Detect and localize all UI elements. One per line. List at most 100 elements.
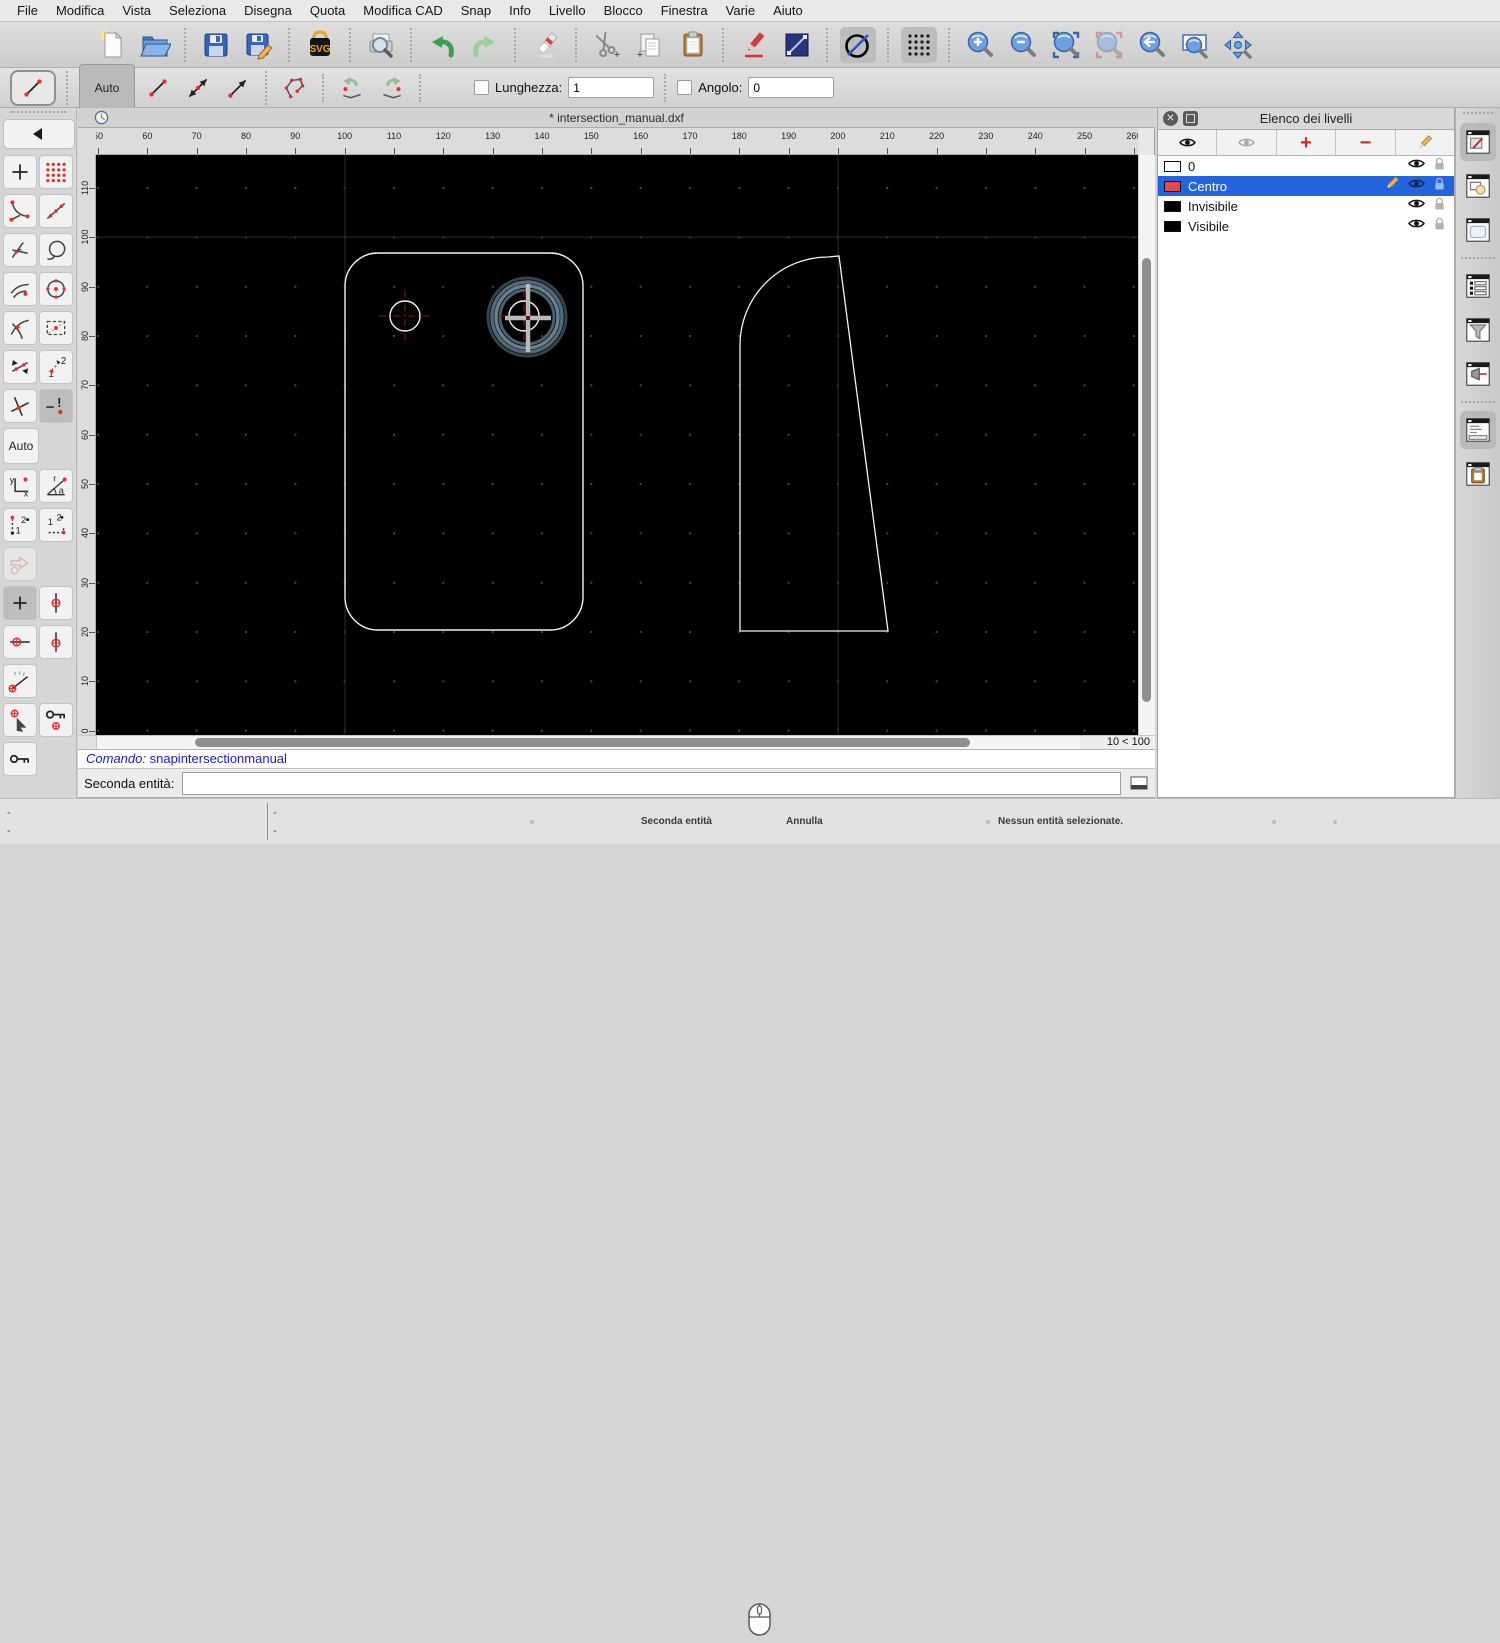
cut-button[interactable]: +	[589, 27, 625, 63]
horizontal-scrollbar[interactable]: 10 < 100	[78, 735, 1155, 750]
vertical-scrollbar[interactable]	[1138, 155, 1155, 735]
restrict-none-button[interactable]	[3, 586, 37, 620]
angle-input[interactable]	[748, 77, 835, 98]
dock-drag-handle[interactable]	[1463, 112, 1493, 117]
lock-reference-button[interactable]	[39, 703, 73, 737]
delete-eraser-button[interactable]	[528, 27, 564, 63]
dock-filter-toggle-button[interactable]	[1460, 311, 1496, 349]
rel-angle-1-button[interactable]: 12	[3, 508, 37, 542]
grid-toggle-button[interactable]	[901, 26, 937, 63]
line-two-arrows-button[interactable]	[181, 72, 215, 104]
open-file-button[interactable]	[137, 27, 173, 63]
pen-attributes-button[interactable]	[736, 27, 772, 63]
zoom-in-button[interactable]	[962, 27, 998, 63]
menu-modifica-cad[interactable]: Modifica CAD	[354, 0, 451, 21]
svg-export-button[interactable]: SVG	[302, 27, 338, 63]
menu-info[interactable]: Info	[500, 0, 540, 21]
menu-livello[interactable]: Livello	[540, 0, 595, 21]
dock-command-toggle-button[interactable]	[1460, 411, 1496, 449]
length-checkbox[interactable]	[474, 80, 489, 95]
polyline-button[interactable]	[278, 72, 312, 104]
dock-clipboard-toggle-button[interactable]	[1460, 455, 1496, 493]
snap-intersection-manual-button[interactable]: !	[39, 389, 73, 423]
menu-disegna[interactable]: Disegna	[235, 0, 301, 21]
dock-entity-list-toggle-button[interactable]	[1460, 267, 1496, 305]
rel-angle-2-button[interactable]: 12	[39, 508, 73, 542]
snap-auto-button[interactable]: Auto	[3, 428, 39, 464]
restrict-orthogonal-button[interactable]	[39, 586, 73, 620]
zoom-window-button[interactable]	[1177, 27, 1213, 63]
zoom-pan-button[interactable]	[1220, 27, 1256, 63]
horizontal-scrollbar-thumb[interactable]	[195, 738, 970, 747]
dock-layers-toggle-button[interactable]	[1460, 123, 1496, 161]
remove-layer-button[interactable]: −	[1336, 130, 1396, 155]
modify-attributes-button[interactable]	[779, 27, 815, 63]
layer-visibility-icon[interactable]	[1407, 196, 1426, 216]
dock-dimension-toggle-button[interactable]	[1460, 355, 1496, 393]
print-preview-button[interactable]	[363, 27, 399, 63]
line-segment-button[interactable]	[10, 69, 56, 106]
drawing-canvas[interactable]	[96, 155, 1138, 735]
dock-blocks-toggle-button[interactable]	[1460, 167, 1496, 205]
menu-aiuto[interactable]: Aiuto	[764, 0, 812, 21]
angle-gauge-button[interactable]	[3, 664, 37, 698]
menu-file[interactable]: File	[8, 0, 47, 21]
paste-button[interactable]	[675, 27, 711, 63]
profile-entity[interactable]	[739, 255, 889, 632]
menu-snap[interactable]: Snap	[452, 0, 500, 21]
undo-button[interactable]	[424, 27, 460, 63]
hide-all-layers-button[interactable]	[1217, 130, 1277, 155]
layer-visibility-icon[interactable]	[1407, 216, 1426, 236]
zoom-previous-button[interactable]	[1134, 27, 1170, 63]
snap-tangent-button[interactable]	[39, 233, 73, 267]
snap-perpendicular-button[interactable]	[3, 233, 37, 267]
line-arrow-button[interactable]	[221, 72, 255, 104]
redo-button[interactable]	[467, 27, 503, 63]
back-button[interactable]	[3, 119, 75, 149]
toolbar-drag-handle[interactable]	[10, 111, 66, 116]
snap-intersection-button[interactable]	[3, 389, 37, 423]
new-file-button[interactable]	[94, 27, 130, 63]
snap-endpoints-button[interactable]	[3, 194, 37, 228]
snap-intersection-arc-button[interactable]	[3, 311, 37, 345]
auto-button[interactable]: Auto	[79, 63, 135, 112]
snap-center-button[interactable]	[39, 272, 73, 306]
line-plain-button[interactable]	[141, 72, 175, 104]
circle-line-button[interactable]	[840, 26, 876, 63]
polyline-undo-button[interactable]	[335, 72, 369, 104]
menu-modifica[interactable]: Modifica	[47, 0, 113, 21]
snap-reference-button[interactable]	[39, 311, 73, 345]
layer-lock-icon[interactable]	[1433, 196, 1446, 216]
layer-visibility-icon[interactable]	[1407, 156, 1426, 176]
angle-checkbox[interactable]	[677, 80, 693, 95]
command-options-icon[interactable]	[1129, 775, 1149, 791]
snap-grid-button[interactable]	[39, 155, 73, 189]
layer-row-visibile[interactable]: Visibile	[1158, 216, 1454, 236]
edit-layer-button[interactable]	[1396, 130, 1454, 155]
vertical-scrollbar-thumb[interactable]	[1142, 258, 1151, 702]
layer-visibility-icon[interactable]	[1407, 176, 1426, 196]
pick-reference-button[interactable]	[3, 703, 37, 737]
snap-distance-button[interactable]	[3, 272, 37, 306]
layer-row-centro[interactable]: Centro	[1158, 176, 1454, 196]
zoom-auto-button[interactable]	[1048, 27, 1084, 63]
save-as-button[interactable]	[241, 27, 277, 63]
dock-library-toggle-button[interactable]	[1460, 211, 1496, 249]
layer-lock-icon[interactable]	[1433, 156, 1446, 176]
add-layer-button[interactable]: +	[1277, 130, 1337, 155]
rounded-rectangle-entity[interactable]	[344, 252, 584, 631]
layer-row-invisibile[interactable]: Invisibile	[1158, 196, 1454, 216]
menu-blocco[interactable]: Blocco	[595, 0, 652, 21]
show-all-layers-button[interactable]	[1158, 130, 1218, 155]
snap-on-entity-button[interactable]	[39, 194, 73, 228]
layer-lock-icon[interactable]	[1433, 216, 1446, 236]
lock-zero-button[interactable]	[3, 742, 37, 776]
layer-edit-pencil-icon[interactable]	[1383, 176, 1400, 196]
command-input[interactable]	[182, 771, 1121, 795]
menu-seleziona[interactable]: Seleziona	[160, 0, 235, 21]
menu-quota[interactable]: Quota	[301, 0, 354, 21]
zoom-out-button[interactable]	[1005, 27, 1041, 63]
snap-free-button[interactable]	[3, 155, 37, 189]
layer-row-0[interactable]: 0	[1158, 156, 1454, 176]
document-title-bar[interactable]: * intersection_manual.dxf	[78, 108, 1155, 128]
